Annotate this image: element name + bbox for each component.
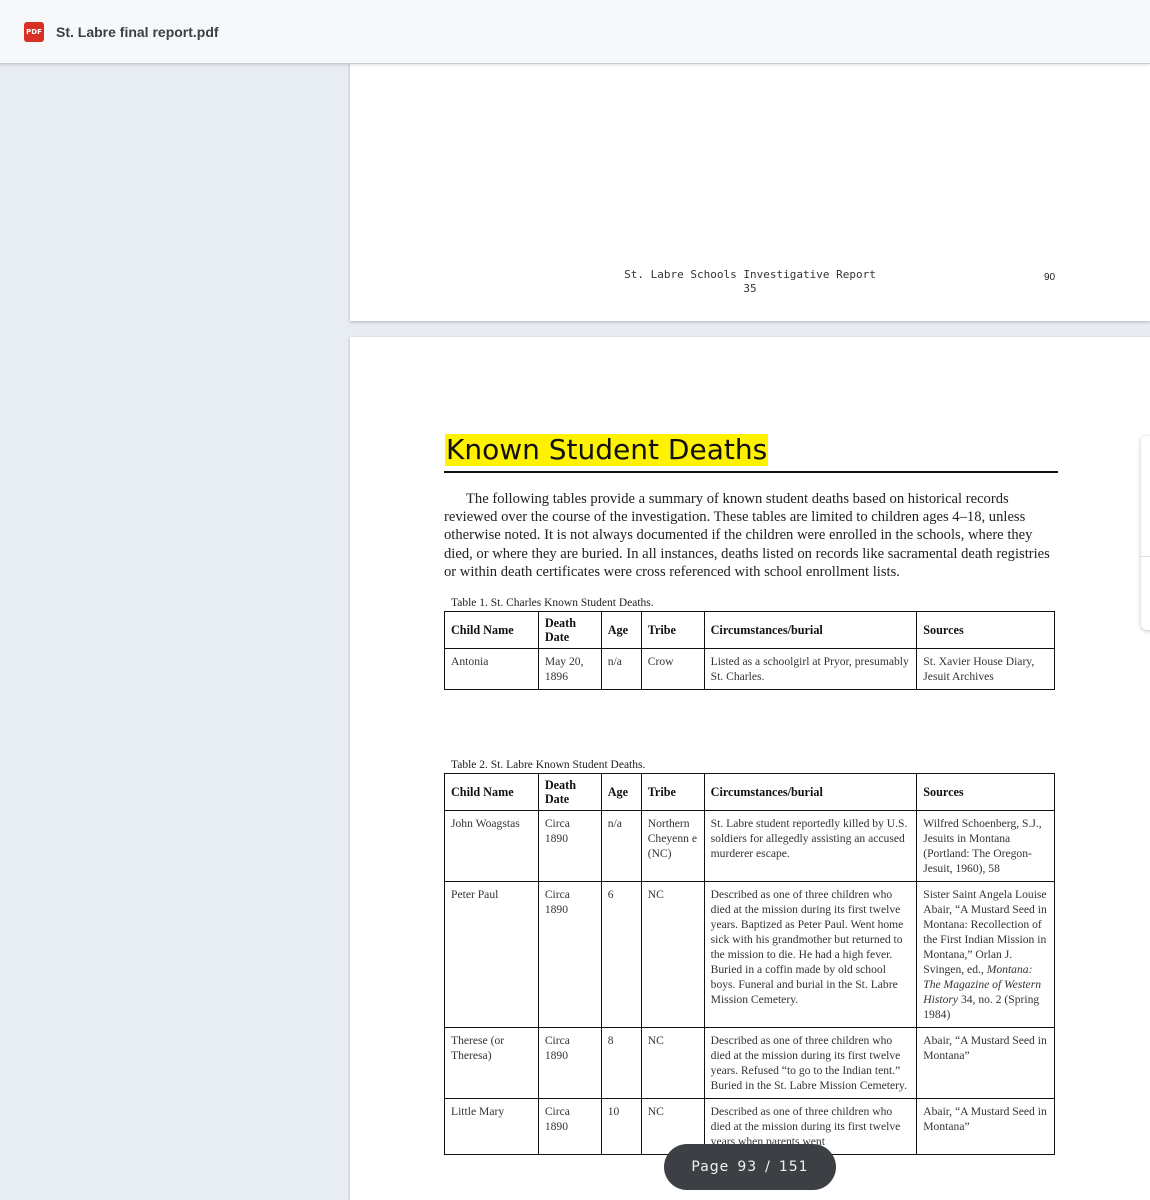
footer-title: St. Labre Schools Investigative Report	[624, 268, 876, 281]
cell-name: Peter Paul	[444, 881, 539, 1028]
cell-date: Circa 1890	[537, 810, 602, 882]
cell-circumstances: Listed as a schoolgirl at Pryor, presuma…	[703, 648, 918, 690]
sidebar-panel	[0, 65, 350, 1200]
pdf-page-current: Known Student Deaths The following table…	[350, 337, 1150, 1200]
col-child-name: Child Name	[444, 773, 539, 811]
side-toolbar-card[interactable]	[1141, 436, 1150, 630]
cell-date: Circa 1890	[537, 1027, 602, 1099]
current-page-number: 93	[737, 1159, 758, 1175]
pdf-file-icon: PDF	[24, 21, 44, 42]
cell-name: Antonia	[444, 648, 539, 690]
total-pages: 151	[778, 1159, 809, 1175]
pdf-page-previous: St. Labre Schools Investigative Report 3…	[350, 60, 1150, 321]
cell-tribe: NC	[640, 1027, 705, 1099]
cell-age: 8	[600, 1027, 642, 1099]
intro-paragraph: The following tables provide a summary o…	[444, 491, 1050, 580]
cell-circumstances: Described as one of three children who d…	[703, 1027, 918, 1099]
col-tribe: Tribe	[640, 611, 705, 649]
cell-circumstances: St. Labre student reportedly killed by U…	[703, 810, 918, 882]
col-circumstances: Circumstances/burial	[703, 773, 918, 811]
cell-date: May 20, 1896	[537, 648, 602, 690]
page-number: 90	[1044, 272, 1056, 283]
cell-age: 10	[600, 1098, 642, 1155]
cell-date: Circa 1890	[537, 881, 602, 1028]
col-sources: Sources	[916, 773, 1055, 811]
cell-date: Circa 1890	[537, 1098, 602, 1155]
table-row: Peter Paul Circa 1890 6 NC Described as …	[444, 881, 1055, 1028]
cell-age: n/a	[600, 810, 642, 882]
cell-age: 6	[600, 881, 642, 1028]
col-sources: Sources	[916, 611, 1055, 649]
table-header-row: Child Name Death Date Age Tribe Circumst…	[444, 773, 1055, 811]
divider	[1141, 556, 1150, 557]
col-death-date: Death Date	[537, 773, 602, 811]
cell-tribe: Crow	[640, 648, 705, 690]
cell-name: Therese (or Theresa)	[444, 1027, 539, 1099]
table-st-labre: Child Name Death Date Age Tribe Circumst…	[444, 773, 1055, 1155]
table-st-charles: Child Name Death Date Age Tribe Circumst…	[444, 611, 1055, 690]
cell-sources: Sister Saint Angela Louise Abair, “A Mus…	[916, 881, 1055, 1028]
cell-sources: Abair, “A Mustard Seed in Montana”	[916, 1098, 1055, 1155]
page-footer: St. Labre Schools Investigative Report 3…	[600, 268, 900, 296]
col-child-name: Child Name	[444, 611, 539, 649]
cell-tribe: NC	[640, 881, 705, 1028]
col-age: Age	[600, 773, 642, 811]
document-title: St. Labre final report.pdf	[56, 23, 219, 40]
cell-name: Little Mary	[444, 1098, 539, 1155]
cell-sources: Wilfred Schoenberg, S.J., Jesuits in Mon…	[916, 810, 1055, 882]
table-row: Antonia May 20, 1896 n/a Crow Listed as …	[444, 648, 1055, 690]
footer-subnumber: 35	[743, 282, 757, 295]
cell-sources: St. Xavier House Diary, Jesuit Archives	[916, 648, 1055, 690]
table1-caption: Table 1. St. Charles Known Student Death…	[451, 597, 654, 609]
table-row: Therese (or Theresa) Circa 1890 8 NC Des…	[444, 1027, 1055, 1099]
section-heading: Known Student Deaths	[445, 433, 769, 466]
cell-sources: Abair, “A Mustard Seed in Montana”	[916, 1027, 1055, 1099]
page-indicator: Page 93 / 151	[664, 1144, 836, 1190]
page-separator: /	[765, 1159, 771, 1175]
heading-divider	[444, 471, 1058, 473]
table-header-row: Child Name Death Date Age Tribe Circumst…	[444, 611, 1055, 649]
toolbar: PDF St. Labre final report.pdf	[0, 0, 1150, 64]
cell-name: John Woagstas	[444, 810, 539, 882]
table-row: John Woagstas Circa 1890 n/a Northern Ch…	[444, 810, 1055, 882]
col-death-date: Death Date	[537, 611, 602, 649]
col-tribe: Tribe	[640, 773, 705, 811]
cell-circumstances: Described as one of three children who d…	[703, 881, 918, 1028]
col-circumstances: Circumstances/burial	[703, 611, 918, 649]
cell-tribe: Northern Cheyenn e (NC)	[640, 810, 705, 882]
col-age: Age	[600, 611, 642, 649]
page-label: Page	[691, 1159, 730, 1175]
table2-caption: Table 2. St. Labre Known Student Deaths.	[451, 759, 646, 771]
cell-age: n/a	[600, 648, 642, 690]
